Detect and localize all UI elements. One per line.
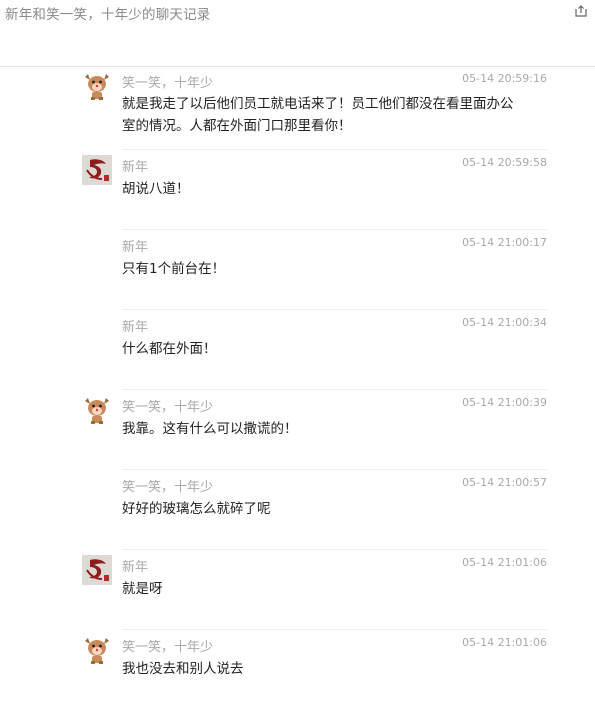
sender-name: 新年 xyxy=(122,240,149,255)
message-item: 笑一笑，十年少 05-14 21:00:57 好好的玻璃怎么就碎了呢 xyxy=(0,470,595,550)
message-item: 笑一笑，十年少 05-14 20:59:16 就是我走了以后他们员工就电话来了！… xyxy=(0,66,595,150)
timestamp: 05-14 21:01:06 xyxy=(462,636,547,649)
sender-name: 新年 xyxy=(122,320,149,335)
window-title: 新年和笑一笑，十年少的聊天记录 xyxy=(5,7,211,23)
message-text: 好好的玻璃怎么就碎了呢 xyxy=(122,501,271,517)
cartoon-avatar[interactable] xyxy=(82,71,112,101)
cartoon-avatar[interactable] xyxy=(82,395,112,425)
sender-name: 新年 xyxy=(122,560,149,575)
message-item: 新年 05-14 20:59:58 胡说八道！ xyxy=(0,150,595,230)
timestamp: 05-14 21:00:39 xyxy=(462,396,547,409)
calligraphy-avatar[interactable] xyxy=(82,155,112,185)
message-text: 我也没去和别人说去 xyxy=(122,661,244,677)
cartoon-avatar[interactable] xyxy=(82,635,112,665)
message-item: 新年 05-14 21:01:06 就是呀 xyxy=(0,550,595,630)
message-text: 胡说八道！ xyxy=(122,181,190,197)
message-item: 新年 05-14 21:00:17 只有1个前台在！ xyxy=(0,230,595,310)
message-item: 笑一笑，十年少 05-14 21:00:39 我靠。这有什么可以撒谎的！ xyxy=(0,390,595,470)
message-text: 什么都在外面！ xyxy=(122,341,217,357)
timestamp: 05-14 20:59:58 xyxy=(462,156,547,169)
timestamp: 05-14 21:00:34 xyxy=(462,316,547,329)
sender-name: 新年 xyxy=(122,160,149,175)
title-bar: 新年和笑一笑，十年少的聊天记录 xyxy=(0,0,595,67)
message-item: 笑一笑，十年少 05-14 21:01:06 我也没去和别人说去 xyxy=(0,630,595,710)
export-icon[interactable] xyxy=(575,5,587,17)
timestamp: 05-14 21:00:57 xyxy=(462,476,547,489)
message-text: 我靠。这有什么可以撒谎的！ xyxy=(122,421,298,437)
sender-name: 笑一笑，十年少 xyxy=(122,640,214,655)
sender-name: 笑一笑，十年少 xyxy=(122,480,214,495)
timestamp: 05-14 21:00:17 xyxy=(462,236,547,249)
message-list: 笑一笑，十年少 05-14 20:59:16 就是我走了以后他们员工就电话来了！… xyxy=(0,66,595,710)
message-text: 就是我走了以后他们员工就电话来了！员工他们都没在看里面办公室的情况。人都在外面门… xyxy=(122,96,514,134)
calligraphy-avatar[interactable] xyxy=(82,555,112,585)
sender-name: 笑一笑，十年少 xyxy=(122,76,214,91)
timestamp: 05-14 20:59:16 xyxy=(462,72,547,85)
message-text: 就是呀 xyxy=(122,581,163,597)
timestamp: 05-14 21:01:06 xyxy=(462,556,547,569)
message-text: 只有1个前台在！ xyxy=(122,261,226,277)
message-item: 新年 05-14 21:00:34 什么都在外面！ xyxy=(0,310,595,390)
sender-name: 笑一笑，十年少 xyxy=(122,400,214,415)
